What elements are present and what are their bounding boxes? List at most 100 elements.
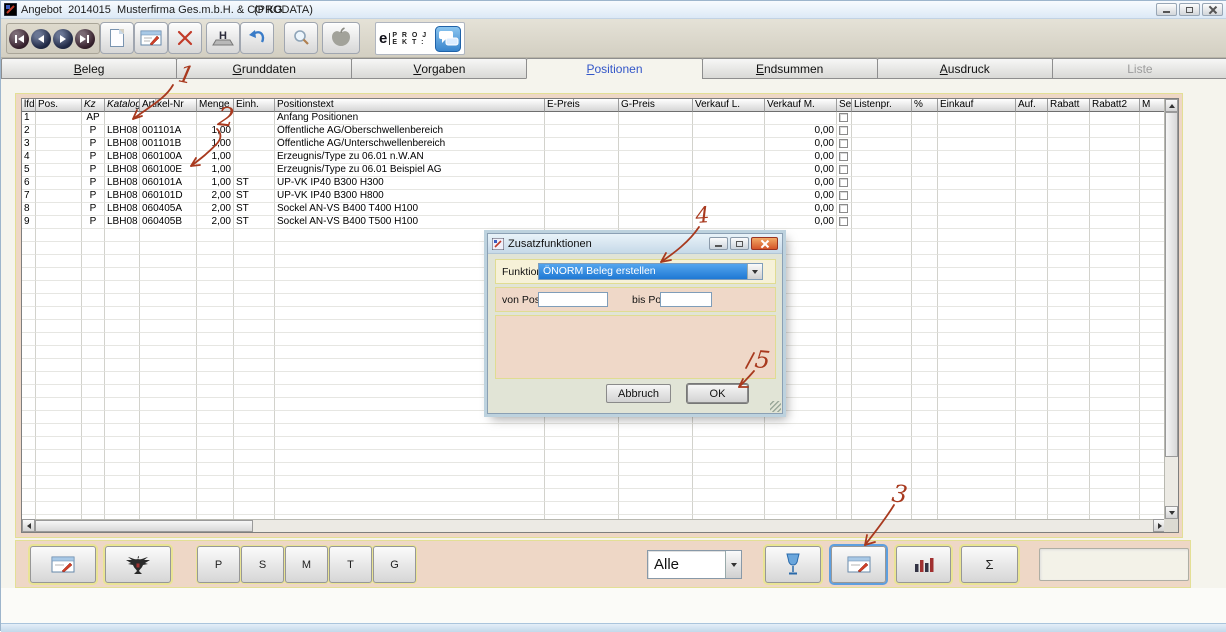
eprojekt-chat-button[interactable] [435,26,461,52]
horizontal-scroll-thumb[interactable] [35,520,253,532]
chart-button[interactable] [896,546,951,583]
maximize-button[interactable] [1179,3,1200,16]
cell-katalog [105,333,140,346]
col-header-einh-[interactable]: Einh. [234,99,275,112]
grid-row-1[interactable]: 1APAnfang Positionen [22,112,1166,125]
grid-row-4[interactable]: 4PLBH08060100A1,00Erzeugnis/Type zu 06.0… [22,151,1166,164]
title-bar[interactable]: Angebot 2014015 Musterfirma Ges.m.b.H. &… [1,1,1226,19]
filter-combobox[interactable]: Alle [647,550,742,579]
grid-row-7[interactable]: 7PLBH08060101D2,00STUP-VK IP40 B300 H800… [22,190,1166,203]
col-header-menge[interactable]: Menge [197,99,234,112]
funktion-dropdown-button[interactable] [747,264,762,279]
grid-row-3[interactable]: 3PLBH08001101B1,00Öffentliche AG/Untersc… [22,138,1166,151]
apple-button[interactable] [322,22,360,54]
next-record-button[interactable] [53,29,73,49]
col-header-lfd[interactable]: lfd [22,99,36,112]
col-header-auf-[interactable]: Auf. [1016,99,1048,112]
scroll-up-button[interactable] [1165,99,1178,112]
filter-button-s[interactable]: S [241,546,284,583]
filter-button-p[interactable]: P [197,546,240,583]
col-header-katalog[interactable]: Katalog [105,99,140,112]
dialog-close-button[interactable] [751,237,778,250]
col-header-pos-[interactable]: Pos. [36,99,82,112]
col-header-e-preis[interactable]: E-Preis [545,99,619,112]
col-header-rabatt[interactable]: Rabatt [1048,99,1090,112]
dialog-minimize-button[interactable] [709,237,728,250]
col-header-set[interactable]: Set [837,99,852,112]
set-checkbox[interactable] [839,126,848,135]
tab-grunddaten[interactable]: Grunddaten [176,58,352,79]
cell-rabatt2 [1090,203,1140,216]
close-button[interactable] [1202,3,1223,16]
set-checkbox[interactable] [839,178,848,187]
abbruch-label: Abbruch [618,388,659,400]
col-header-%[interactable]: % [912,99,938,112]
col-header-einkauf[interactable]: Einkauf [938,99,1016,112]
cell-rabatt2 [1090,151,1140,164]
cell-verkauf_m: 0,00 [765,177,837,190]
search-button[interactable] [284,22,318,54]
sum-button[interactable]: Σ [961,546,1018,583]
von-pos-input[interactable] [538,292,608,307]
onorm-button[interactable] [105,546,171,583]
dialog-maximize-button[interactable] [730,237,749,250]
col-header-artikel-nr[interactable]: Artikel-Nr [140,99,197,112]
cell-einkauf [938,489,1016,502]
set-checkbox[interactable] [839,191,848,200]
set-checkbox[interactable] [839,139,848,148]
zusatzfunktionen-button[interactable] [831,546,886,583]
filter-dropdown-button[interactable] [725,551,741,578]
filter-button-t[interactable]: T [329,546,372,583]
cell-positionstext: Anfang Positionen [275,112,545,125]
set-checkbox[interactable] [839,113,848,122]
filter-button-g[interactable]: G [373,546,416,583]
set-checkbox[interactable] [839,165,848,174]
minimize-button[interactable] [1156,3,1177,16]
abbruch-button[interactable]: Abbruch [606,384,671,403]
col-header-listenpr-[interactable]: Listenpr. [852,99,912,112]
col-header-m[interactable]: M [1140,99,1166,112]
col-header-rabatt2[interactable]: Rabatt2 [1090,99,1140,112]
funktion-combobox[interactable]: ÖNORM Beleg erstellen [538,263,763,280]
dialog-title-bar[interactable]: Zusatzfunktionen [488,234,782,254]
last-record-button[interactable] [75,29,95,49]
staple-button[interactable]: H [206,22,240,54]
filter-button-m[interactable]: M [285,546,328,583]
col-header-kz[interactable]: Kz [82,99,105,112]
tab-vorgaben[interactable]: Vorgaben [351,58,527,79]
resize-grip[interactable] [770,401,781,412]
cell-pos [36,489,82,502]
delete-button[interactable] [168,22,202,54]
cell-menge [197,450,234,463]
undo-button[interactable] [240,22,274,54]
grid-row-6[interactable]: 6PLBH08060101A1,00STUP-VK IP40 B300 H300… [22,177,1166,190]
new-document-button[interactable] [100,22,134,54]
set-checkbox[interactable] [839,152,848,161]
vertical-scroll-thumb[interactable] [1165,112,1178,457]
first-record-button[interactable] [9,29,29,49]
col-header-g-preis[interactable]: G-Preis [619,99,693,112]
previous-record-button[interactable] [31,29,51,49]
col-header-positionstext[interactable]: Positionstext [275,99,545,112]
grid-row-9[interactable]: 9PLBH08060405B2,00STSockel AN-VS B400 T5… [22,216,1166,229]
col-header-verkauf-m-[interactable]: Verkauf M. [765,99,837,112]
position-edit-button[interactable] [30,546,96,583]
set-checkbox[interactable] [839,217,848,226]
tab-endsummen[interactable]: Endsummen [702,58,878,79]
grid-row-2[interactable]: 2PLBH08001101A1,00Öffentliche AG/Obersch… [22,125,1166,138]
cell-lfd: 5 [22,164,36,177]
scroll-left-button[interactable] [22,519,35,532]
ok-button[interactable]: OK [687,384,748,403]
bis-pos-input[interactable] [660,292,712,307]
scroll-down-button[interactable] [1165,506,1178,519]
grid-row-8[interactable]: 8PLBH08060405A2,00STSockel AN-VS B400 T4… [22,203,1166,216]
cell-rabatt [1048,385,1090,398]
edit-form-button[interactable] [134,22,168,54]
tab-beleg[interactable]: Beleg [1,58,177,79]
glass-button[interactable] [765,546,821,583]
tab-ausdruck[interactable]: Ausdruck [877,58,1053,79]
col-header-verkauf-l-[interactable]: Verkauf L. [693,99,765,112]
set-checkbox[interactable] [839,204,848,213]
grid-row-5[interactable]: 5PLBH08060100E1,00Erzeugnis/Type zu 06.0… [22,164,1166,177]
tab-positionen[interactable]: Positionen [526,58,702,79]
